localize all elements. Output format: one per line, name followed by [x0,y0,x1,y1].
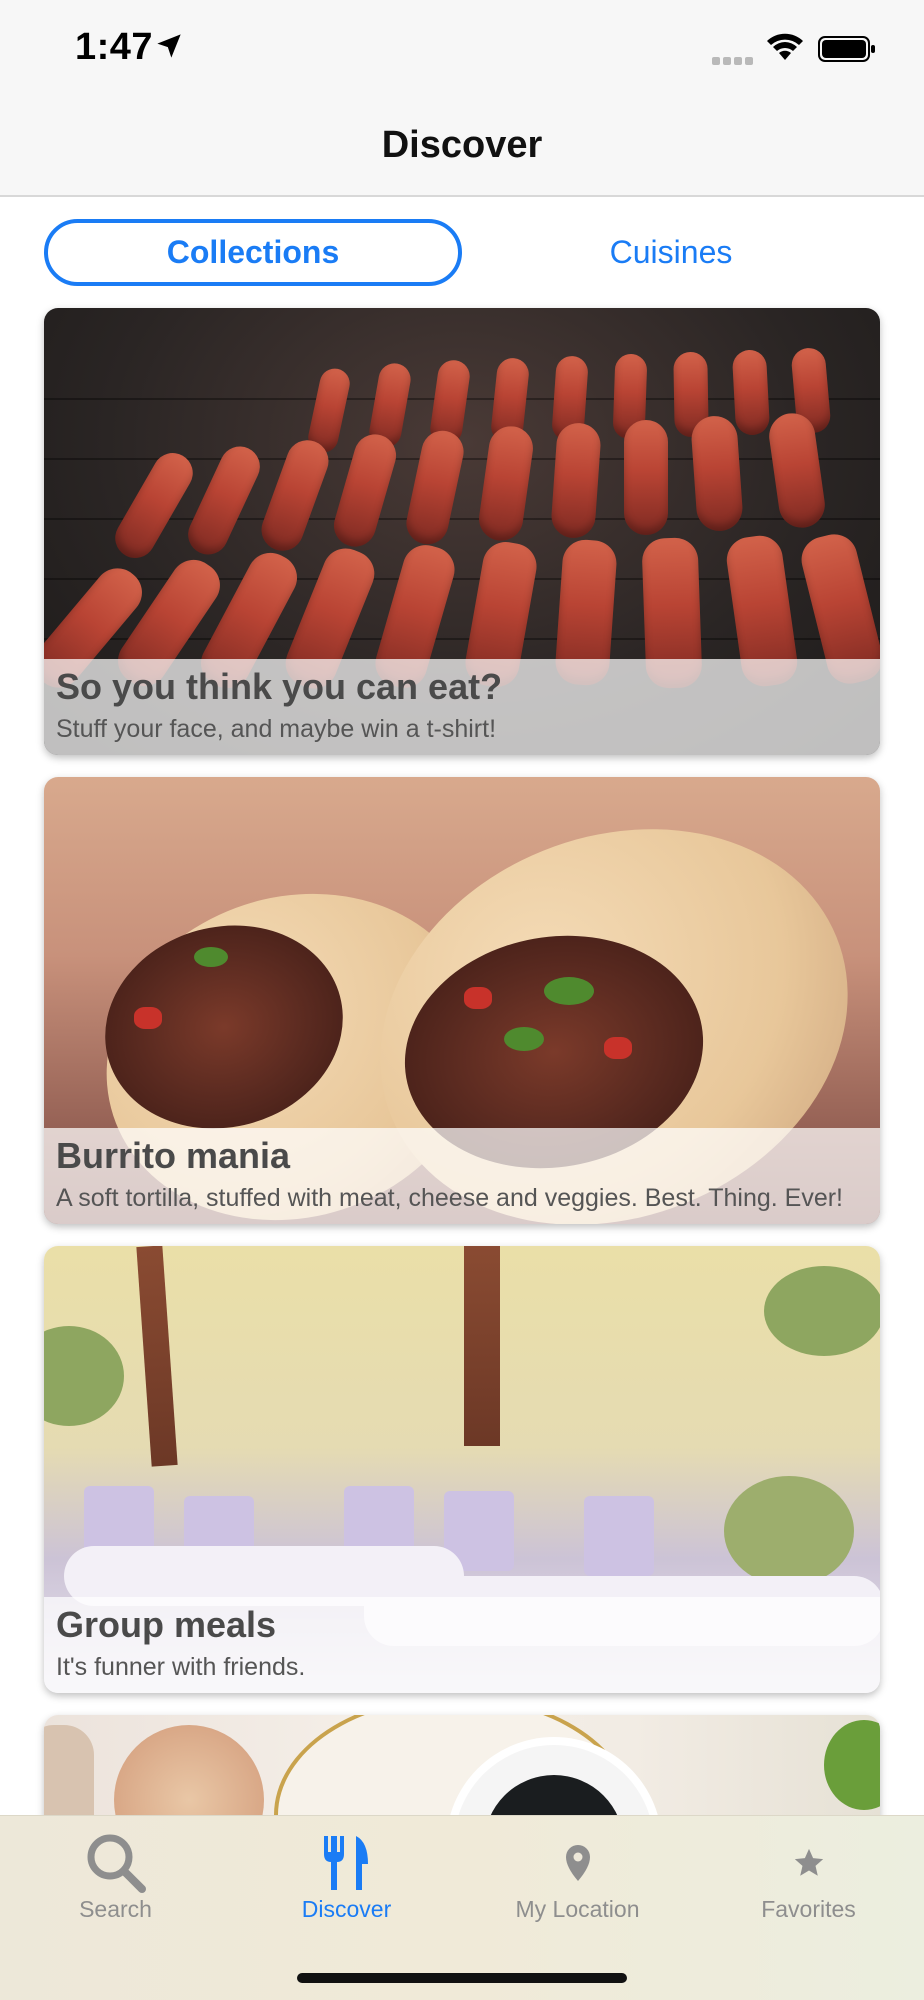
collection-subtitle: A soft tortilla, stuffed with meat, chee… [56,1184,843,1212]
collection-caption: So you think you can eat? Stuff your fac… [44,659,880,755]
tab-search[interactable]: Search [0,1816,231,1936]
collection-title: So you think you can eat? [56,666,503,707]
star-icon [794,1848,823,1876]
page-title: Discover [381,124,543,166]
segment-collections[interactable]: Collections [44,219,462,286]
collection-card[interactable]: Group meals It's funner with friends. [44,1246,880,1693]
tab-my-location[interactable]: My Location [462,1816,693,1936]
fork-knife-icon [323,1836,368,1890]
collection-caption: Group meals It's funner with friends. [44,1597,880,1693]
status-bar: 1:47 [0,0,924,100]
segment-cuisines[interactable]: Cuisines [462,219,880,286]
collection-card[interactable]: So you think you can eat? Stuff your fac… [44,308,880,755]
tab-favorites[interactable]: Favorites [693,1816,924,1936]
collection-subtitle: It's funner with friends. [56,1653,306,1681]
collection-title: Burrito mania [56,1135,291,1176]
tab-discover[interactable]: Discover [231,1816,462,1936]
collection-caption: Burrito mania A soft tortilla, stuffed w… [44,1128,880,1224]
collection-card[interactable]: Burrito mania A soft tortilla, stuffed w… [44,777,880,1224]
tab-label: Favorites [761,1896,856,1922]
collection-subtitle: Stuff your face, and maybe win a t-shirt… [56,715,497,743]
tab-label: My Location [515,1896,640,1922]
battery-icon [818,36,875,62]
search-icon [87,1834,146,1893]
home-indicator[interactable] [297,1973,627,1983]
collection-title: Group meals [56,1604,277,1645]
tab-label: Discover [301,1896,392,1922]
location-arrow-icon [157,34,181,58]
wifi-icon [767,33,803,60]
tab-label: Search [79,1896,152,1922]
navigation-bar: Discover [0,100,924,197]
segmented-control: Collections Cuisines [44,219,880,286]
status-time: 1:47 [75,26,154,68]
location-pin-icon [565,1845,590,1881]
cellular-signal-icon [712,52,756,65]
